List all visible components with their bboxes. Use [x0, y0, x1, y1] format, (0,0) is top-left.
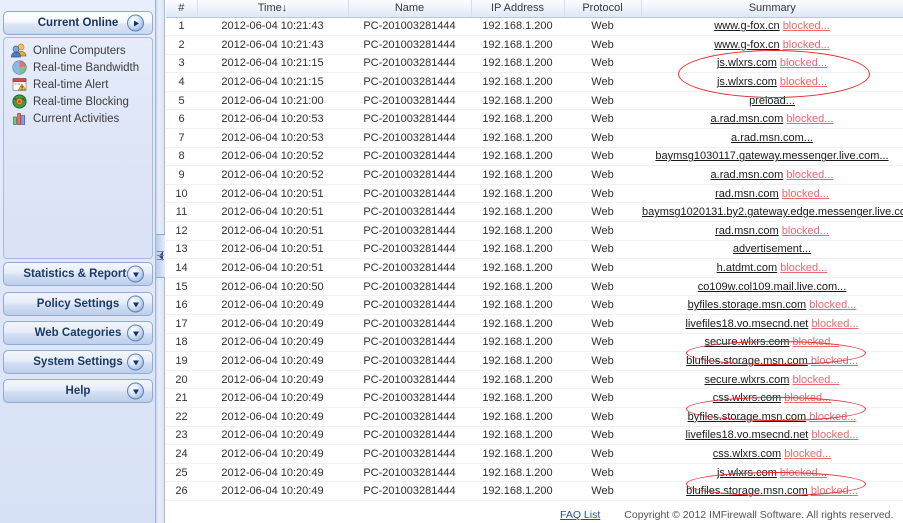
sidebar-section-web-categories[interactable]: Web Categories — [3, 321, 153, 345]
chevron-down-icon[interactable] — [127, 265, 144, 283]
pie-chart-icon — [11, 60, 28, 75]
copyright-text: Copyright © 2012 IMFirewall Software. Al… — [624, 509, 894, 521]
sidebar-section-system-settings[interactable]: System Settings — [3, 350, 153, 374]
sidebar-section-label: Policy Settings — [36, 298, 120, 310]
red-ellipse-annotation — [678, 50, 870, 98]
sidebar-section-label: Web Categories — [34, 327, 122, 339]
footer: FAQ List Copyright © 2012 IMFirewall Sof… — [166, 507, 903, 523]
globe-block-icon — [11, 94, 28, 109]
arrow-right-circle-icon[interactable] — [127, 14, 144, 32]
activity-log-table-container: # Time↓ Name IP Address Protocol Summary… — [166, 0, 903, 523]
sidebar-section-label: System Settings — [33, 356, 123, 368]
sidebar-section-policy-settings[interactable]: Policy Settings — [3, 292, 153, 316]
sidebar-header-label: Current Online — [37, 17, 119, 29]
app-window: Current Online Online Computers Real-tim… — [0, 0, 903, 523]
chevron-down-icon[interactable] — [127, 324, 144, 342]
sidebar-item-current-activities[interactable]: Current Activities — [4, 110, 152, 127]
faq-list-link[interactable]: FAQ List — [560, 509, 600, 521]
grip-line — [157, 255, 164, 256]
sidebar-item-label: Real-time Bandwidth — [33, 61, 140, 74]
red-ellipse-annotation — [686, 397, 866, 421]
chevron-down-icon[interactable] — [127, 295, 144, 313]
annotation-layer — [166, 0, 903, 523]
sidebar-item-label: Real-time Blocking — [33, 95, 129, 108]
grip-line — [157, 251, 164, 252]
sidebar-header-current-online[interactable]: Current Online — [3, 11, 153, 35]
bar-chart-icon — [11, 111, 28, 126]
sidebar-item-online-computers[interactable]: Online Computers — [4, 42, 152, 59]
red-ellipse-annotation — [686, 472, 866, 496]
sidebar: Current Online Online Computers Real-tim… — [0, 0, 156, 523]
sidebar-section-label: Help — [65, 385, 91, 397]
sidebar-item-label: Real-time Alert — [33, 78, 109, 91]
users-icon — [11, 43, 28, 58]
chevron-down-icon[interactable] — [127, 353, 144, 371]
sidebar-item-realtime-bandwidth[interactable]: Real-time Bandwidth — [4, 59, 152, 76]
chevron-down-icon[interactable] — [127, 382, 144, 400]
sidebar-item-label: Current Activities — [33, 112, 120, 125]
sidebar-collapse-handle[interactable] — [156, 234, 165, 278]
red-ellipse-annotation — [686, 341, 866, 365]
grip-line — [157, 259, 164, 260]
sidebar-nav-panel: Online Computers Real-time Bandwidth Rea… — [3, 37, 153, 259]
sidebar-item-label: Online Computers — [33, 44, 126, 57]
sidebar-item-realtime-alert[interactable]: Real-time Alert — [4, 76, 152, 93]
calendar-alert-icon — [11, 77, 28, 92]
sidebar-section-statistics-reports[interactable]: Statistics & Reports — [3, 262, 153, 286]
sidebar-section-label: Statistics & Reports — [23, 268, 133, 280]
sidebar-splitter[interactable] — [156, 0, 165, 523]
sidebar-item-realtime-blocking[interactable]: Real-time Blocking — [4, 93, 152, 110]
sidebar-section-help[interactable]: Help — [3, 379, 153, 403]
